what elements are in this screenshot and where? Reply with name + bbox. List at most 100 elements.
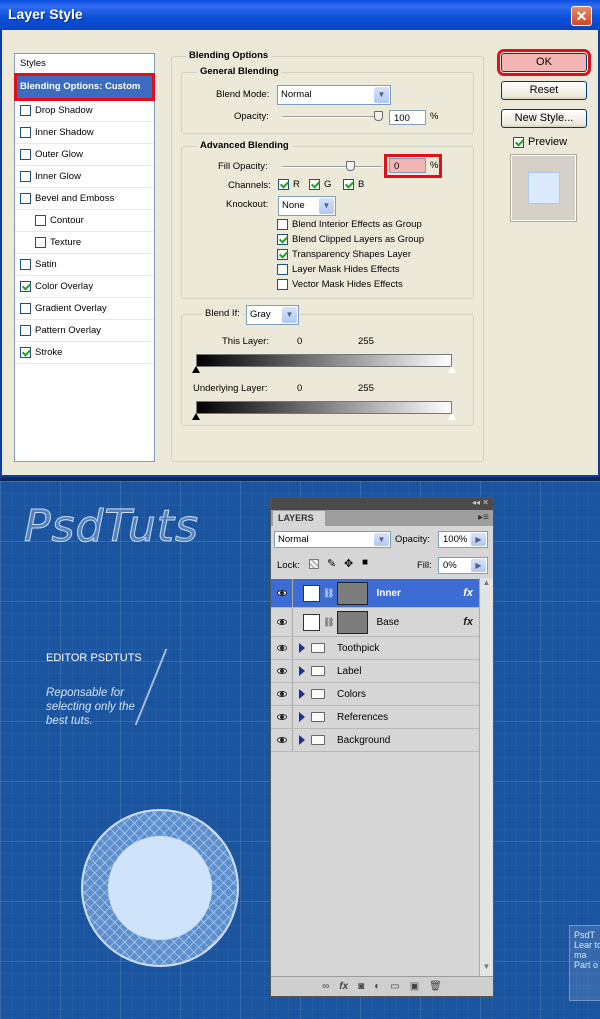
expand-triangle-icon[interactable] xyxy=(299,689,305,699)
underlying-black-slider[interactable] xyxy=(192,413,200,420)
fx-icon[interactable]: fx xyxy=(463,587,473,599)
expand-triangle-icon[interactable] xyxy=(299,643,305,653)
style-item-bevel-and-emboss[interactable]: Bevel and Emboss xyxy=(15,188,154,210)
trash-icon[interactable]: 🗑 xyxy=(429,981,442,992)
checkbox-icon[interactable] xyxy=(20,303,31,314)
checkbox-icon[interactable] xyxy=(35,215,46,226)
layer-row-toothpick[interactable]: Toothpick xyxy=(271,637,479,660)
knockout-select[interactable]: None ▼ xyxy=(278,196,336,216)
channel-b-checkbox[interactable]: B xyxy=(343,179,364,190)
chevron-right-icon[interactable]: ▶ xyxy=(471,559,486,572)
layer-row-base[interactable]: ⛓ Base fx xyxy=(271,608,479,637)
style-item-stroke[interactable]: Stroke xyxy=(15,342,154,364)
style-item-color-overlay[interactable]: Color Overlay xyxy=(15,276,154,298)
style-item-inner-glow[interactable]: Inner Glow xyxy=(15,166,154,188)
blend-mode-select[interactable]: Normal ▼ xyxy=(277,85,391,105)
advanced-check-transparency-shapes-layer[interactable]: Transparency Shapes Layer xyxy=(277,249,411,260)
checkbox-icon[interactable] xyxy=(20,281,31,292)
fill-opacity-input[interactable]: 0 xyxy=(389,158,426,173)
checkbox-icon[interactable] xyxy=(20,193,31,204)
expand-triangle-icon[interactable] xyxy=(299,735,305,745)
this-layer-black-slider[interactable] xyxy=(192,366,200,373)
close-icon[interactable]: ✕ xyxy=(482,498,489,507)
style-item-outer-glow[interactable]: Outer Glow xyxy=(15,144,154,166)
scroll-up-icon[interactable]: ▲ xyxy=(480,578,493,592)
panel-menu-icon[interactable]: ▸≡ xyxy=(478,512,489,523)
layer-row-background[interactable]: Background xyxy=(271,729,479,752)
style-item-inner-shadow[interactable]: Inner Shadow xyxy=(15,122,154,144)
checkbox-icon[interactable] xyxy=(20,105,31,116)
expand-triangle-icon[interactable] xyxy=(299,666,305,676)
dialog-titlebar[interactable]: Layer Style xyxy=(0,0,600,30)
advanced-check-blend-interior-effects-as-group[interactable]: Blend Interior Effects as Group xyxy=(277,219,422,230)
style-item-satin[interactable]: Satin xyxy=(15,254,154,276)
lock-all-icon[interactable]: ■ xyxy=(362,557,368,568)
checkbox-icon[interactable] xyxy=(20,149,31,160)
visibility-toggle[interactable] xyxy=(271,706,293,728)
layer-mask-thumbnail[interactable] xyxy=(337,610,369,634)
fill-opacity-slider-track[interactable] xyxy=(282,166,382,168)
visibility-toggle[interactable] xyxy=(271,608,293,636)
fill-opacity-slider-thumb[interactable] xyxy=(346,161,355,171)
visibility-toggle[interactable] xyxy=(271,660,293,682)
tab-layers[interactable]: LAYERS xyxy=(273,511,325,526)
chain-link-icon[interactable]: ⛓ xyxy=(323,617,334,628)
checkbox-icon[interactable] xyxy=(20,171,31,182)
reset-button[interactable]: Reset xyxy=(501,81,587,100)
style-item-gradient-overlay[interactable]: Gradient Overlay xyxy=(15,298,154,320)
lock-position-icon[interactable]: ✥ xyxy=(344,557,353,570)
adjustment-icon[interactable]: ◐ xyxy=(374,981,380,992)
layer-blend-mode-select[interactable]: Normal ▼ xyxy=(274,531,391,548)
new-style-button[interactable]: New Style... xyxy=(501,109,587,128)
blend-if-select[interactable]: Gray ▼ xyxy=(246,305,299,325)
chain-link-icon[interactable]: ⛓ xyxy=(323,588,334,599)
underlying-white-slider[interactable] xyxy=(447,412,457,421)
advanced-check-vector-mask-hides-effects[interactable]: Vector Mask Hides Effects xyxy=(277,279,403,290)
layer-fill-input[interactable]: 0% ▶ xyxy=(438,557,488,574)
scroll-down-icon[interactable]: ▼ xyxy=(480,962,493,976)
new-layer-icon[interactable]: ▣ xyxy=(410,981,419,992)
ok-button[interactable]: OK xyxy=(497,49,591,76)
fx-icon[interactable]: fx xyxy=(339,981,348,992)
collapse-icon[interactable]: ◂◂ xyxy=(472,498,480,507)
visibility-toggle[interactable] xyxy=(271,637,293,659)
checkbox-icon[interactable] xyxy=(20,259,31,270)
style-item-texture[interactable]: Texture xyxy=(15,232,154,254)
layer-thumbnail[interactable] xyxy=(303,584,320,602)
lock-transparency-icon[interactable] xyxy=(309,559,319,569)
layer-row-label[interactable]: Label xyxy=(271,660,479,683)
opacity-input[interactable]: 100 xyxy=(389,110,426,125)
visibility-toggle[interactable] xyxy=(271,729,293,751)
checkbox-icon[interactable] xyxy=(20,325,31,336)
checkbox-icon[interactable] xyxy=(20,127,31,138)
opacity-slider-track[interactable] xyxy=(282,116,382,118)
lock-pixels-icon[interactable]: ✎ xyxy=(327,557,336,570)
checkbox-icon[interactable] xyxy=(20,347,31,358)
style-item-blending-options-custom[interactable]: Blending Options: Custom xyxy=(14,73,155,101)
chevron-right-icon[interactable]: ▶ xyxy=(471,533,486,546)
checkbox-icon[interactable] xyxy=(35,237,46,248)
layer-mask-thumbnail[interactable] xyxy=(337,581,369,605)
style-item-pattern-overlay[interactable]: Pattern Overlay xyxy=(15,320,154,342)
expand-triangle-icon[interactable] xyxy=(299,712,305,722)
close-button[interactable]: ✕ xyxy=(571,6,592,26)
layer-row-references[interactable]: References xyxy=(271,706,479,729)
panel-titlebar[interactable]: ◂◂ ✕ xyxy=(271,498,493,510)
layer-row-colors[interactable]: Colors xyxy=(271,683,479,706)
this-layer-white-slider[interactable] xyxy=(447,365,457,374)
advanced-check-layer-mask-hides-effects[interactable]: Layer Mask Hides Effects xyxy=(277,264,400,275)
mask-icon[interactable]: ◙ xyxy=(358,981,364,992)
visibility-toggle[interactable] xyxy=(271,683,293,705)
visibility-toggle[interactable] xyxy=(271,579,293,607)
style-item-drop-shadow[interactable]: Drop Shadow xyxy=(15,100,154,122)
advanced-check-blend-clipped-layers-as-group[interactable]: Blend Clipped Layers as Group xyxy=(277,234,424,245)
style-item-contour[interactable]: Contour xyxy=(15,210,154,232)
layer-opacity-input[interactable]: 100% ▶ xyxy=(438,531,488,548)
opacity-slider-thumb[interactable] xyxy=(374,111,383,121)
link-icon[interactable]: ∞ xyxy=(322,981,329,992)
preview-checkbox[interactable]: Preview xyxy=(513,136,567,148)
layer-row-inner[interactable]: ⛓ Inner fx xyxy=(271,579,479,608)
layers-scrollbar[interactable]: ▲ ▼ xyxy=(479,578,493,976)
layer-thumbnail[interactable] xyxy=(303,613,320,631)
group-icon[interactable]: ▭ xyxy=(390,981,399,992)
